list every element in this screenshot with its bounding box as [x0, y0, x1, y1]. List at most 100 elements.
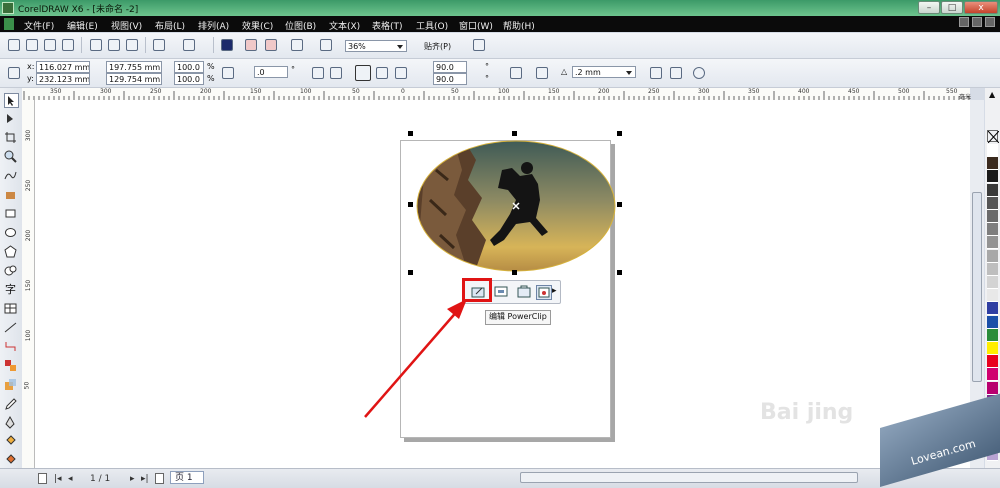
wrap-text-icon[interactable]: [536, 67, 548, 79]
color-swatch[interactable]: [987, 210, 998, 223]
snap-to-dropdown[interactable]: 贴齐(P): [424, 41, 451, 52]
color-swatch[interactable]: [987, 196, 998, 210]
rectangle-tool-icon[interactable]: [4, 207, 17, 220]
cut-icon[interactable]: [90, 39, 102, 51]
document-window-controls[interactable]: [956, 17, 1000, 31]
menu-file[interactable]: 文件(F): [24, 19, 54, 32]
new-document-icon[interactable]: [8, 39, 20, 51]
crop-tool-icon[interactable]: [4, 131, 17, 144]
menu-table[interactable]: 表格(T): [372, 19, 403, 32]
selection-handle[interactable]: [617, 131, 622, 136]
shape-tool-icon[interactable]: [4, 112, 17, 125]
color-swatch[interactable]: [987, 183, 998, 197]
close-button[interactable]: x: [964, 1, 998, 14]
dimension-tool-icon[interactable]: [4, 321, 17, 334]
menu-tools[interactable]: 工具(O): [416, 19, 448, 32]
powerclip-ellipse-image[interactable]: [416, 140, 616, 274]
menu-window[interactable]: 窗口(W): [459, 19, 493, 32]
outline-tool-icon[interactable]: [4, 416, 17, 429]
arc-mode-icon[interactable]: [395, 67, 407, 79]
application-launcher-icon[interactable]: [291, 39, 303, 51]
target-icon[interactable]: [693, 67, 705, 79]
text-tool-icon[interactable]: 字: [4, 283, 17, 296]
pick-tool-icon[interactable]: [4, 93, 19, 108]
selection-handle[interactable]: [512, 270, 517, 275]
page-tab[interactable]: 页 1: [170, 471, 204, 484]
vertical-scrollbar-thumb[interactable]: [972, 192, 982, 382]
color-swatch[interactable]: [987, 170, 998, 184]
color-swatch[interactable]: [987, 144, 998, 157]
print-icon[interactable]: [62, 39, 74, 51]
color-swatch[interactable]: [987, 223, 998, 237]
direction-icon[interactable]: [510, 67, 522, 79]
next-page-button[interactable]: ▸: [130, 474, 135, 484]
redo-icon[interactable]: [183, 39, 195, 51]
menu-bitmaps[interactable]: 位图(B): [285, 19, 316, 32]
menu-view[interactable]: 视图(V): [111, 19, 142, 32]
document-icon[interactable]: [4, 18, 14, 30]
color-swatch[interactable]: [987, 249, 998, 263]
color-swatch[interactable]: [987, 236, 998, 250]
minimize-button[interactable]: –: [918, 1, 940, 14]
mirror-horizontal-icon[interactable]: [312, 67, 324, 79]
maximize-button[interactable]: □: [941, 1, 963, 14]
menu-layout[interactable]: 布局(L): [155, 19, 185, 32]
coreldraw-app-icon[interactable]: [2, 2, 14, 14]
import-icon[interactable]: [245, 39, 257, 51]
selection-handle[interactable]: [617, 202, 622, 207]
rotation-angle-field[interactable]: .0: [254, 66, 288, 78]
menu-help[interactable]: 帮助(H): [503, 19, 535, 32]
selection-handle[interactable]: [617, 270, 622, 275]
more-options-arrow[interactable]: ▸: [552, 286, 557, 296]
select-contents-icon[interactable]: [494, 285, 508, 298]
basic-shapes-tool-icon[interactable]: [4, 264, 17, 277]
end-angle-field[interactable]: 90.0: [433, 73, 467, 85]
undo-icon[interactable]: [153, 39, 165, 51]
ellipse-mode-icon[interactable]: [355, 65, 371, 81]
color-swatch[interactable]: [987, 355, 998, 369]
first-page-button[interactable]: |◂: [54, 474, 62, 484]
menu-effects[interactable]: 效果(C): [242, 19, 273, 32]
color-swatch[interactable]: [987, 381, 998, 395]
color-swatch[interactable]: [987, 368, 998, 382]
pie-mode-icon[interactable]: [376, 67, 388, 79]
selection-handle[interactable]: [408, 270, 413, 275]
lock-contents-icon[interactable]: [536, 285, 552, 300]
selection-handle[interactable]: [408, 131, 413, 136]
convert-to-curves-icon[interactable]: [650, 67, 662, 79]
y-position-field[interactable]: 232.123 mm: [36, 73, 90, 85]
menu-edit[interactable]: 编辑(E): [67, 19, 98, 32]
color-swatch[interactable]: [987, 289, 998, 303]
last-page-button[interactable]: ▸|: [141, 474, 149, 484]
color-swatch[interactable]: [987, 342, 998, 355]
smart-fill-tool-icon[interactable]: [4, 188, 17, 201]
eyedropper-tool-icon[interactable]: [4, 397, 17, 410]
scale-height-field[interactable]: 100.0: [174, 73, 204, 85]
open-icon[interactable]: [26, 39, 38, 51]
scale-width-field[interactable]: 100.0: [174, 61, 204, 73]
color-swatch[interactable]: [987, 302, 998, 316]
zoom-level-dropdown[interactable]: 36%: [345, 40, 407, 52]
selection-handle[interactable]: [408, 202, 413, 207]
menu-arrange[interactable]: 排列(A): [198, 19, 229, 32]
color-swatch[interactable]: [987, 157, 998, 171]
fill-tool-icon[interactable]: [4, 435, 17, 448]
width-field[interactable]: 197.755 mm: [106, 61, 162, 73]
outline-width-dropdown[interactable]: .2 mm: [572, 66, 636, 78]
start-angle-field[interactable]: 90.0: [433, 61, 467, 73]
paste-icon[interactable]: [126, 39, 138, 51]
connector-tool-icon[interactable]: [4, 340, 17, 353]
transparency-tool-icon[interactable]: [4, 378, 17, 391]
polygon-tool-icon[interactable]: [4, 245, 17, 258]
mirror-vertical-icon[interactable]: [330, 67, 342, 79]
horizontal-scrollbar[interactable]: [520, 472, 858, 483]
page-setup-icon[interactable]: [38, 473, 47, 484]
menu-text[interactable]: 文本(X): [329, 19, 360, 32]
copy-icon[interactable]: [108, 39, 120, 51]
blend-tool-icon[interactable]: [4, 359, 17, 372]
selection-handle[interactable]: [512, 131, 517, 136]
color-swatch[interactable]: [987, 262, 998, 276]
add-page-icon[interactable]: [155, 473, 164, 484]
options-icon[interactable]: [473, 39, 485, 51]
break-apart-icon[interactable]: [670, 67, 682, 79]
